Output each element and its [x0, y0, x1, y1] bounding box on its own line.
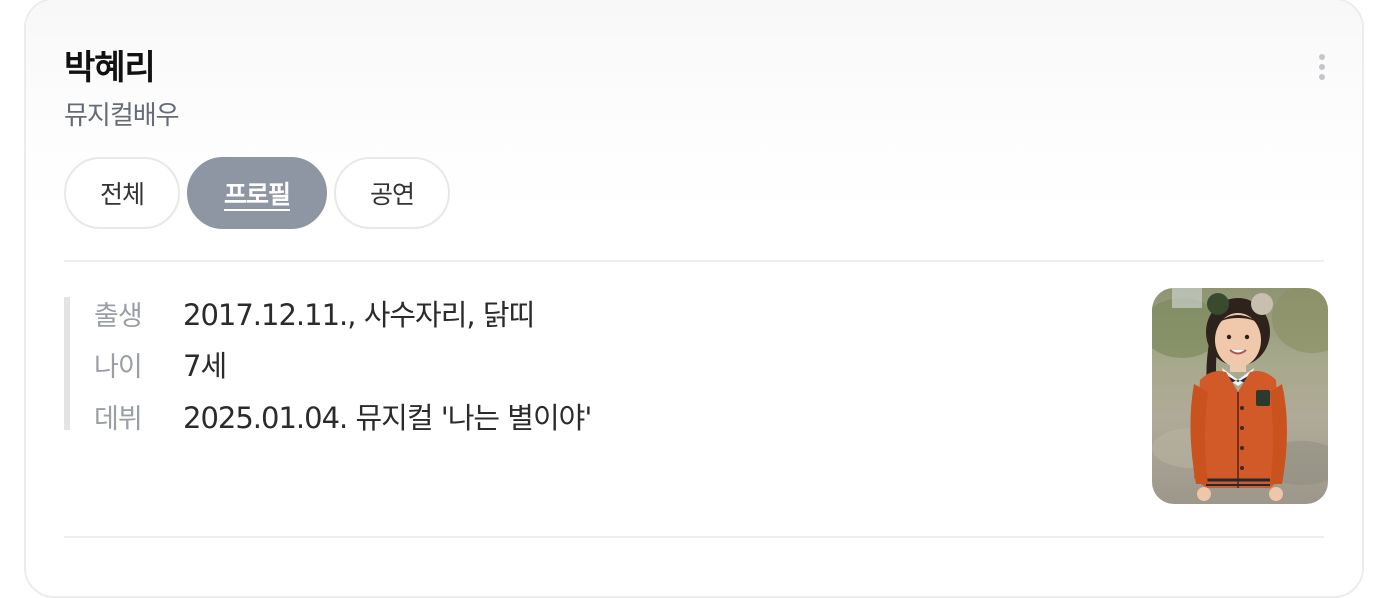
info-label: 데뷔: [94, 403, 143, 435]
child-photo-icon: [1152, 288, 1328, 504]
info-value: 7세: [183, 349, 227, 383]
profile-name: 박혜리: [64, 48, 156, 88]
info-row-birth: 출생 2017.12.11., 사수자리, 닭띠: [94, 293, 535, 333]
section-divider-bottom: [64, 536, 1324, 538]
tab-label: 전체: [99, 180, 145, 209]
info-value: 2017.12.11., 사수자리, 닭띠: [183, 298, 535, 332]
profile-photo[interactable]: [1152, 288, 1328, 504]
info-label: 나이: [94, 351, 143, 383]
more-dot: [1319, 54, 1325, 60]
tab-all[interactable]: 전체: [64, 157, 180, 229]
tab-label: 프로필: [223, 180, 291, 209]
more-dot: [1319, 64, 1325, 70]
profile-occupation: 뮤지컬배우: [64, 101, 180, 131]
info-label: 출생: [94, 300, 143, 332]
profile-card: 박혜리 뮤지컬배우 전체 프로필 공연 출생 2017.12.11., 사수자리…: [24, 0, 1364, 598]
profile-info-list: 출생 2017.12.11., 사수자리, 닭띠 나이 7세 데뷔 2025.0…: [64, 297, 1070, 435]
info-row-age: 나이 7세: [94, 344, 227, 384]
tab-performance[interactable]: 공연: [334, 157, 450, 229]
more-dot: [1319, 74, 1325, 80]
info-value: 2025.01.04. 뮤지컬 '나는 별이야': [183, 401, 592, 435]
info-row-debut: 데뷔 2025.01.04. 뮤지컬 '나는 별이야': [94, 396, 592, 436]
more-options-icon[interactable]: [1310, 50, 1334, 84]
tab-label: 공연: [369, 180, 415, 209]
tab-profile[interactable]: 프로필: [187, 157, 327, 229]
section-divider: [64, 260, 1324, 262]
